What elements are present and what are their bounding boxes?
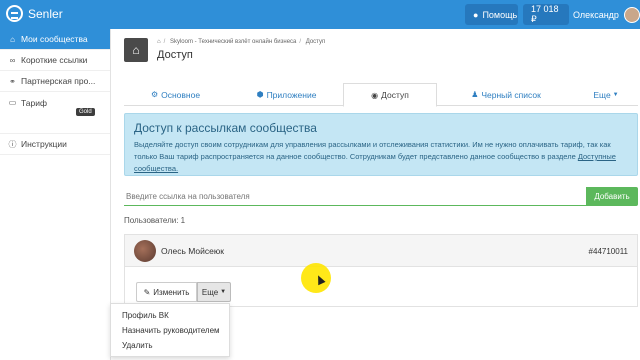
eye-icon: ◉ <box>371 90 379 100</box>
help-icon: ● <box>473 9 479 20</box>
help-button[interactable]: ● Помощь <box>465 4 518 25</box>
tab-more[interactable]: Еще ▼ <box>574 83 638 106</box>
balance-button[interactable]: 17 018 ₽ <box>523 4 569 25</box>
menu-item-vk-profile[interactable]: Профиль ВК <box>111 308 229 323</box>
tab-bar: ⚙ Основное ⬢ Приложение ◉ Доступ ♟ Черны… <box>124 83 638 107</box>
avatar <box>623 6 640 23</box>
user-name[interactable]: Олесь Мойсеюк <box>161 246 224 256</box>
link-icon: ∞ <box>9 55 16 65</box>
help-label: Помощь <box>482 9 518 20</box>
senler-logo-icon <box>6 5 23 22</box>
info-title: Доступ к рассылкам сообщества <box>134 121 317 135</box>
sidebar-item-label: Инструкции <box>21 139 67 149</box>
breadcrumb: ⌂ / Skyloom - Технический взлёт онлайн би… <box>157 39 326 45</box>
user-id: #44710011 <box>588 247 628 256</box>
tab-label: Еще <box>593 89 611 100</box>
top-bar: Senler ● Помощь 17 018 ₽ Олександр <box>0 0 640 29</box>
menu-item-make-manager[interactable]: Назначить руководителем <box>111 323 229 338</box>
tab-blacklist[interactable]: ♟ Черный список <box>452 83 560 106</box>
more-label: Еще <box>201 287 219 297</box>
info-text: Выделяйте доступ своим сотрудникам для у… <box>134 139 628 175</box>
partner-icon: ⚭ <box>9 76 16 86</box>
sidebar-item-my-communities[interactable]: ⌂ Мои сообщества <box>0 29 110 50</box>
logo[interactable]: Senler <box>6 5 63 22</box>
breadcrumb-home-icon[interactable]: ⌂ <box>157 39 161 45</box>
tab-access[interactable]: ◉ Доступ <box>343 83 437 107</box>
more-button[interactable]: Еще ▼ <box>197 282 231 302</box>
gold-badge: Gold <box>76 108 95 116</box>
user-name: Олександр <box>573 9 619 20</box>
breadcrumb-community[interactable]: Skyloom - Технический взлёт онлайн бизне… <box>170 39 296 45</box>
app-name: Senler <box>28 6 63 21</box>
tab-main[interactable]: ⚙ Основное <box>124 83 227 106</box>
sidebar-item-label: Короткие ссылки <box>21 55 88 65</box>
sidebar-item-short-links[interactable]: ∞ Короткие ссылки <box>0 50 110 71</box>
pencil-icon: ✎ <box>143 287 151 297</box>
home-icon: ⌂ <box>10 34 15 44</box>
user-avatar[interactable] <box>134 240 156 262</box>
tab-app[interactable]: ⬢ Приложение <box>234 83 339 106</box>
sidebar-item-partner[interactable]: ⚭ Партнерская про... <box>0 71 110 92</box>
user-link-input[interactable] <box>124 187 586 206</box>
sidebar-item-instructions[interactable]: ⓘ Инструкции <box>0 134 110 155</box>
menu-item-delete[interactable]: Удалить <box>111 338 229 353</box>
gears-icon: ⚙ <box>150 90 159 99</box>
info-alert: Доступ к рассылкам сообщества Выделяйте … <box>124 113 638 176</box>
add-button[interactable]: Добавить <box>586 187 638 206</box>
cubes-icon: ⬢ <box>256 90 264 99</box>
user-card-header: Олесь Мойсеюк #44710011 <box>124 234 638 267</box>
edit-button[interactable]: ✎ Изменить <box>136 282 197 302</box>
sidebar-item-label: Мои сообщества <box>21 34 88 44</box>
edit-label: Изменить <box>153 287 190 297</box>
caret-down-icon: ▼ <box>220 289 227 295</box>
tab-label: Основное <box>161 89 201 100</box>
tab-label: Доступ <box>381 90 409 100</box>
balance-value: 17 018 ₽ <box>531 4 559 24</box>
sidebar-item-label: Партнерская про... <box>21 76 96 86</box>
tab-label: Черный список <box>481 89 541 100</box>
users-count: Пользователи: 1 <box>124 216 186 225</box>
user-block-icon: ♟ <box>471 90 479 99</box>
sidebar-item-label: Тариф <box>21 98 48 108</box>
tab-label: Приложение <box>266 89 317 100</box>
info-body: Выделяйте доступ своим сотрудникам для у… <box>134 140 611 161</box>
page-title: Доступ <box>157 49 193 61</box>
caret-down-icon: ▼ <box>612 91 619 98</box>
breadcrumb-current: Доступ <box>305 39 326 45</box>
user-menu[interactable]: Олександр <box>573 4 640 25</box>
sidebar: ⌂ Мои сообщества ∞ Короткие ссылки ⚭ Пар… <box>0 29 111 360</box>
card-icon: ▭ <box>8 98 17 107</box>
info-icon: ⓘ <box>8 139 17 149</box>
more-dropdown-menu: Профиль ВК Назначить руководителем Удали… <box>110 303 230 357</box>
page-home-icon: ⌂ <box>124 38 148 62</box>
